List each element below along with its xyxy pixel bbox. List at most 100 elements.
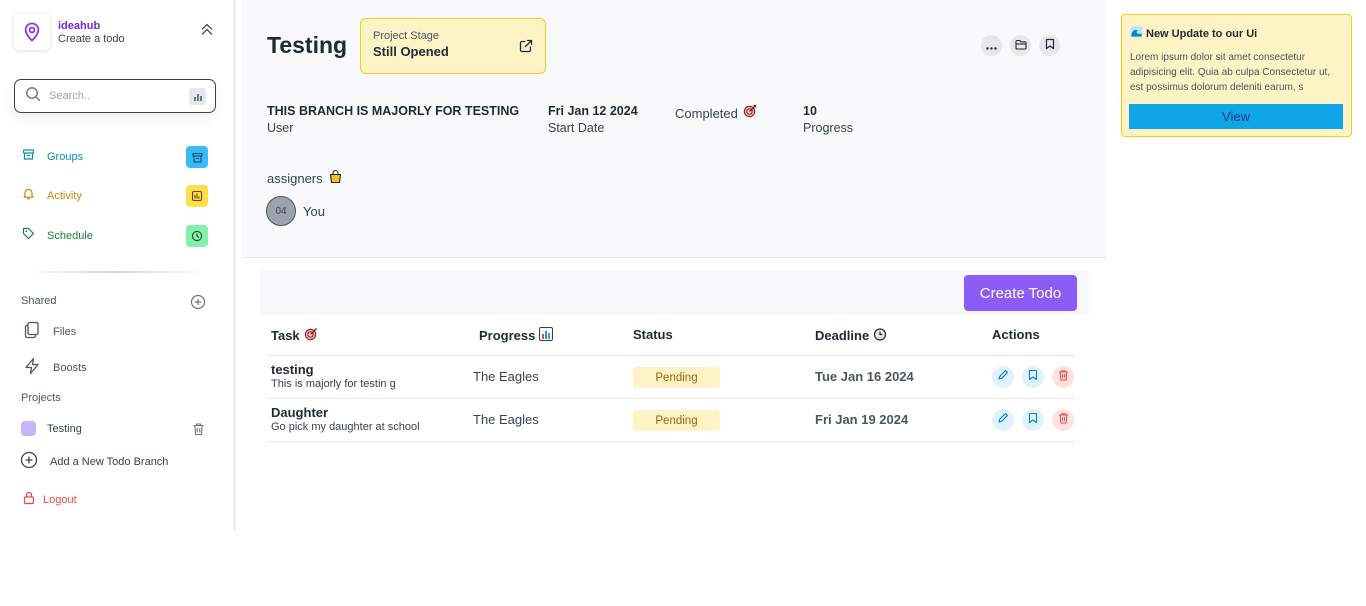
project-stage-card[interactable]: Project Stage Still Opened xyxy=(360,18,546,74)
update-title: New Update to our Ui xyxy=(1130,26,1343,41)
pencil-icon xyxy=(997,368,1009,386)
collapse-sidebar-button[interactable] xyxy=(198,22,216,40)
table-row[interactable]: testing This is majorly for testin g The… xyxy=(267,356,1075,399)
column-status-label: Status xyxy=(633,327,673,342)
search-icon xyxy=(25,86,41,107)
create-todo-button[interactable]: Create Todo xyxy=(964,275,1077,311)
add-shared-button[interactable] xyxy=(190,294,206,313)
page-title: Testing xyxy=(267,32,348,58)
task-cell: Daughter Go pick my daughter at school xyxy=(271,405,420,433)
more-options-button[interactable] xyxy=(981,35,1002,56)
add-todo-branch-button[interactable]: Add a New Todo Branch xyxy=(20,451,168,472)
sidebar: ideahub Create a todo Groups Activity xyxy=(0,0,236,530)
pencil-icon xyxy=(997,411,1009,429)
bookmark-button[interactable] xyxy=(1022,409,1044,431)
lightning-icon xyxy=(23,357,41,378)
nav-groups-label: Groups xyxy=(47,151,84,163)
assigners-label: assigners xyxy=(267,170,323,186)
bookmark-button[interactable] xyxy=(1039,35,1060,56)
edit-button[interactable] xyxy=(992,409,1014,431)
archive-icon xyxy=(186,146,208,168)
trash-icon xyxy=(1058,368,1069,386)
task-cell: testing This is majorly for testin g xyxy=(271,362,396,390)
completed-info: Completed xyxy=(675,104,757,123)
brand-name: ideahub xyxy=(58,19,101,32)
chart-square-icon xyxy=(186,185,208,207)
target-icon xyxy=(304,327,318,344)
start-date-label: Start Date xyxy=(548,121,605,135)
todo-toolbar: Create Todo xyxy=(260,270,1089,315)
delete-button[interactable] xyxy=(1052,366,1074,388)
folder-button[interactable] xyxy=(1010,35,1031,56)
progress-info: 10 Progress xyxy=(803,104,853,135)
nav-schedule[interactable]: Schedule xyxy=(22,225,208,247)
bookmark-icon xyxy=(1028,368,1038,386)
nav-schedule-label: Schedule xyxy=(47,230,93,242)
completed-label: Completed xyxy=(675,106,738,121)
column-progress-label: Progress xyxy=(479,328,536,343)
sidebar-divider xyxy=(22,271,208,273)
nav-activity-label: Activity xyxy=(47,190,82,202)
view-update-button[interactable]: View xyxy=(1129,104,1343,129)
nav-groups[interactable]: Groups xyxy=(22,146,208,168)
table-row[interactable]: Daughter Go pick my daughter at school T… xyxy=(267,399,1075,442)
progress-value: 10 xyxy=(803,104,817,118)
logout-button[interactable]: Logout xyxy=(23,491,77,508)
bookmark-button[interactable] xyxy=(1022,366,1044,388)
bar-chart-icon[interactable] xyxy=(189,88,206,105)
logout-label: Logout xyxy=(43,493,77,506)
target-icon xyxy=(743,104,757,123)
sidebar-item-files[interactable]: Files xyxy=(23,321,76,342)
folder-icon xyxy=(1014,37,1027,55)
branch-description: THIS BRANCH IS MAJORLY FOR TESTING xyxy=(267,104,520,118)
delete-project-button[interactable] xyxy=(192,422,205,439)
column-deadline: Deadline xyxy=(815,327,887,344)
task-title: testing xyxy=(271,362,314,377)
bar-chart-icon xyxy=(539,327,554,344)
bookmark-icon xyxy=(1045,37,1055,55)
trash-icon xyxy=(1058,411,1069,429)
table-header: Task Progress Status Deadline Actions xyxy=(267,318,1075,356)
task-description: This is majorly for testin g xyxy=(271,378,396,390)
nav-activity[interactable]: Activity xyxy=(22,185,208,207)
edit-button[interactable] xyxy=(992,366,1014,388)
sidebar-item-project[interactable]: Testing xyxy=(21,421,82,436)
task-deadline: Tue Jan 16 2024 xyxy=(815,369,914,384)
status-badge-label: Pending xyxy=(633,410,720,431)
files-icon xyxy=(23,321,41,342)
bookmark-icon xyxy=(1028,411,1038,429)
column-status: Status xyxy=(633,327,673,342)
status-badge-label: Pending xyxy=(633,367,720,388)
clock-icon xyxy=(186,225,208,247)
branch-info: THIS BRANCH IS MAJORLY FOR TESTING User xyxy=(267,104,519,135)
projects-label: Projects xyxy=(21,392,61,404)
assignee[interactable]: 04 You xyxy=(266,196,325,226)
sidebar-item-boosts[interactable]: Boosts xyxy=(23,357,87,378)
column-task: Task xyxy=(271,327,318,344)
project-header: Testing Project Stage Still Opened THIS … xyxy=(242,0,1107,258)
project-name: Testing xyxy=(47,422,82,435)
column-actions: Actions xyxy=(992,327,1040,342)
plus-circle-icon xyxy=(190,294,206,313)
update-title-text: New Update to our Ui xyxy=(1146,27,1258,40)
clock-icon xyxy=(873,327,887,344)
search-input[interactable] xyxy=(49,90,179,102)
column-task-label: Task xyxy=(271,328,300,343)
lock-icon xyxy=(23,491,35,508)
start-date-value: Fri Jan 12 2024 xyxy=(548,104,638,118)
shared-label: Shared xyxy=(21,295,57,307)
external-link-icon xyxy=(519,39,533,58)
shopping-bag-icon xyxy=(328,169,343,187)
brand[interactable]: ideahub Create a todo xyxy=(14,14,125,50)
status-badge: Pending xyxy=(633,367,720,388)
task-progress: The Eagles xyxy=(473,369,539,384)
assignee-name: You xyxy=(303,203,325,219)
todo-table: Task Progress Status Deadline Actions te… xyxy=(267,318,1075,442)
status-badge: Pending xyxy=(633,410,720,431)
progress-label: Progress xyxy=(803,121,854,135)
brand-subtitle: Create a todo xyxy=(58,32,125,45)
tag-icon xyxy=(22,227,35,245)
sidebar-item-boosts-label: Boosts xyxy=(53,361,87,374)
delete-button[interactable] xyxy=(1052,409,1074,431)
task-title: Daughter xyxy=(271,405,329,420)
